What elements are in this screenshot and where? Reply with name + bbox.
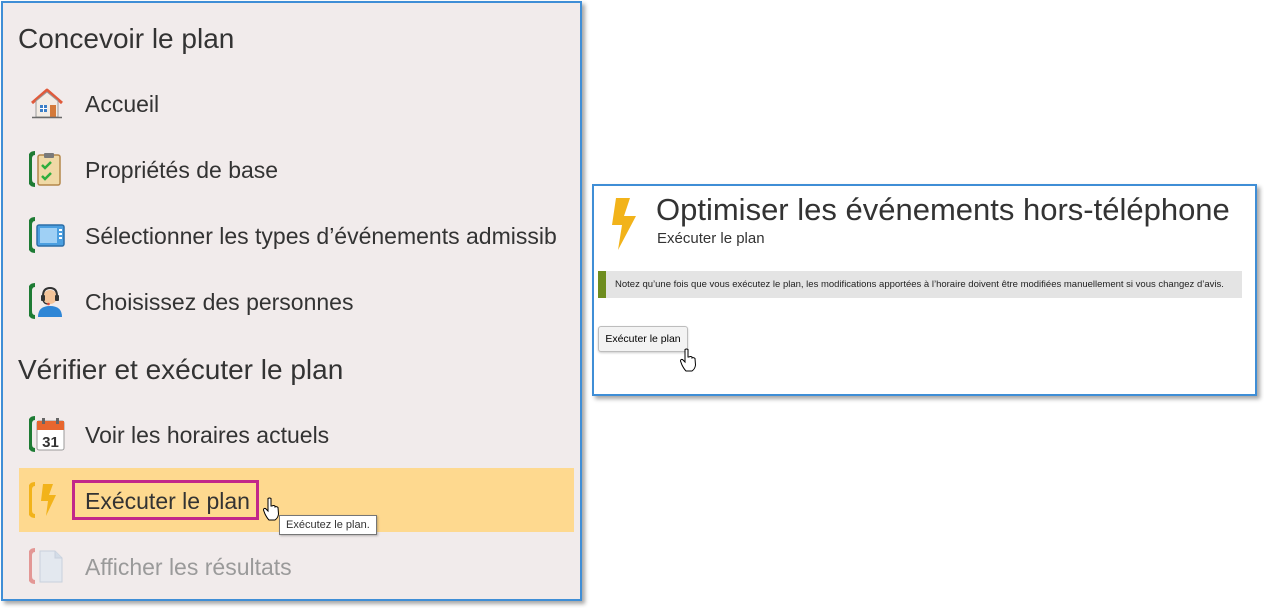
nav-item-basic-properties[interactable]: Propriétés de base xyxy=(19,137,574,201)
nav-item-label: Afficher les résultats xyxy=(85,554,292,580)
nav-item-label: Voir les horaires actuels xyxy=(85,422,330,448)
plan-navigation-panel: Concevoir le plan Accueil Propriétés de … xyxy=(1,1,582,601)
clipboard-check-icon xyxy=(29,151,61,187)
lightning-icon xyxy=(612,198,636,250)
nav-item-home[interactable]: Accueil xyxy=(19,71,574,135)
section-title-verify-run-plan: Vérifier et exécuter le plan xyxy=(18,354,344,385)
calendar-icon: 31 xyxy=(29,416,65,452)
document-icon xyxy=(29,548,63,584)
nav-item-select-event-types[interactable]: Sélectionner les types d’événements admi… xyxy=(19,203,574,267)
tooltip-run-plan: Exécutez le plan. xyxy=(279,515,377,535)
lightning-icon xyxy=(29,482,56,518)
calendar-day-number: 31 xyxy=(42,434,59,451)
nav-item-label: Accueil xyxy=(85,91,160,117)
page-title: Optimiser les événements hors-téléphone xyxy=(656,192,1230,227)
nav-item-label: Choisissez des personnes xyxy=(85,289,354,315)
monitor-icon xyxy=(29,217,65,253)
hand-cursor-icon xyxy=(679,348,697,372)
nav-item-show-results: Afficher les résultats xyxy=(19,534,574,598)
nav-item-label: Propriétés de base xyxy=(85,157,279,183)
notice-text: Notez qu’une fois que vous exécutez le p… xyxy=(615,279,1224,290)
run-plan-button[interactable]: Exécuter le plan xyxy=(598,326,688,352)
hand-cursor-icon xyxy=(262,497,280,521)
notice-banner: Notez qu’une fois que vous exécutez le p… xyxy=(598,271,1242,298)
home-icon xyxy=(31,88,63,119)
screenshot-stage: Concevoir le plan Accueil Propriétés de … xyxy=(0,0,1264,608)
section-title-design-plan: Concevoir le plan xyxy=(18,23,235,54)
nav-item-choose-people[interactable]: Choisissez des personnes xyxy=(19,269,574,333)
agent-headset-icon xyxy=(29,283,62,319)
nav-item-label: Exécuter le plan xyxy=(85,488,250,514)
nav-item-view-current-schedules[interactable]: 31 Voir les horaires actuels xyxy=(19,402,574,466)
nav-item-label: Sélectionner les types d’événements admi… xyxy=(85,223,557,249)
page-subtitle: Exécuter le plan xyxy=(657,230,765,247)
